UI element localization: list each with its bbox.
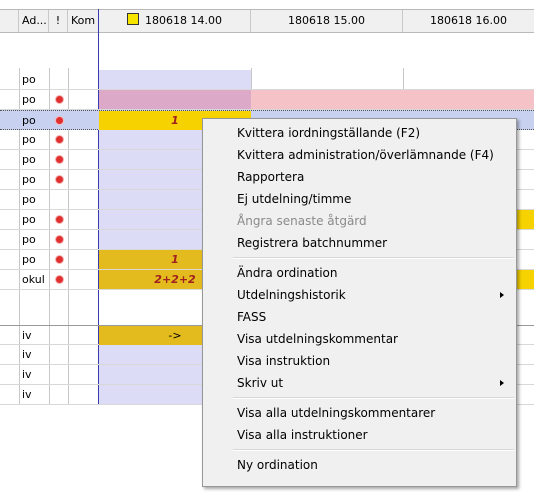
menu-item[interactable]: Kvittera administration/överlämnande (F4… [203, 144, 516, 166]
menu-separator [233, 257, 514, 259]
menu-separator [233, 449, 514, 451]
menu-item-label: Ångra senaste åtgärd [237, 214, 367, 228]
alert-dot-icon[interactable] [56, 256, 63, 263]
menu-item-label: Ändra ordination [237, 266, 338, 280]
header-time-14[interactable]: 180618 14.00 [99, 10, 251, 32]
menu-item-label: Ny ordination [237, 458, 318, 472]
menu-item-label: Visa utdelningskommentar [237, 332, 398, 346]
alert-dot-icon[interactable] [56, 276, 63, 283]
context-menu: Kvittera iordningställande (F2) Kvittera … [202, 118, 517, 487]
menu-item[interactable]: Rapportera [203, 166, 516, 188]
menu-item[interactable]: Visa instruktion [203, 350, 516, 372]
route-cell: iv [22, 368, 32, 381]
alert-dot-icon[interactable] [56, 176, 63, 183]
header-time-15[interactable]: 180618 15.00 [251, 10, 403, 32]
header-excl[interactable]: ! [49, 10, 68, 32]
menu-item-label: Rapportera [237, 170, 305, 184]
route-cell: iv [22, 388, 32, 401]
time-cell-16[interactable] [403, 70, 534, 89]
menu-item[interactable]: Utdelningshistorik [203, 284, 516, 306]
route-cell: po [22, 233, 36, 246]
route-cell: iv [22, 348, 32, 361]
menu-item-label: Visa instruktion [237, 354, 331, 368]
route-cell: okul [22, 273, 45, 286]
menu-item[interactable]: Visa alla instruktioner [203, 424, 516, 446]
submenu-arrow-icon [500, 292, 504, 298]
menu-item-label: Visa alla instruktioner [237, 428, 368, 442]
route-cell: po [22, 253, 36, 266]
table-row[interactable]: po [0, 70, 534, 90]
menu-separator [233, 397, 514, 399]
route-cell: iv [22, 329, 32, 342]
time-cell-15[interactable] [251, 70, 403, 89]
alert-dot-icon[interactable] [56, 117, 63, 124]
menu-item-label: FASS [237, 310, 267, 324]
menu-item[interactable]: Visa alla utdelningskommentarer [203, 402, 516, 424]
menu-item-label: Ej utdelning/timme [237, 192, 352, 206]
alert-dot-icon[interactable] [56, 136, 63, 143]
route-cell: po [22, 93, 36, 106]
time-cell-15[interactable] [251, 90, 403, 109]
table-row[interactable]: po [0, 90, 534, 110]
menu-item-label: Registrera batchnummer [237, 236, 388, 250]
header-time-16[interactable]: 180618 16.00 [403, 10, 534, 32]
menu-item[interactable]: Skriv ut [203, 372, 516, 394]
header-administration-route[interactable]: Ad... [19, 10, 49, 32]
time-cell-16[interactable] [403, 90, 534, 109]
alert-dot-icon[interactable] [56, 96, 63, 103]
header-blank [0, 10, 19, 32]
alert-dot-icon[interactable] [56, 216, 63, 223]
menu-item-label: Utdelningshistorik [237, 288, 346, 302]
menu-item-label: Visa alla utdelningskommentarer [237, 406, 436, 420]
alert-dot-icon[interactable] [56, 236, 63, 243]
route-cell: po [22, 133, 36, 146]
header-comment[interactable]: Kom [68, 10, 99, 32]
time-cell-14[interactable] [99, 70, 251, 89]
alert-dot-icon[interactable] [56, 156, 63, 163]
menu-item[interactable]: Ej utdelning/timme [203, 188, 516, 210]
route-cell: po [22, 73, 36, 86]
route-cell: po [22, 193, 36, 206]
current-time-marker-icon [127, 13, 139, 25]
route-cell: po [22, 173, 36, 186]
route-cell: po [22, 153, 36, 166]
menu-item: Ångra senaste åtgärd [203, 210, 516, 232]
time-cell-14[interactable] [99, 90, 251, 109]
route-cell: po [22, 114, 36, 127]
menu-item-label: Kvittera administration/överlämnande (F4… [237, 148, 494, 162]
menu-item[interactable]: Ändra ordination [203, 262, 516, 284]
menu-item[interactable]: Visa utdelningskommentar [203, 328, 516, 350]
grid-header: Ad... ! Kom 180618 14.00 180618 15.00 18… [0, 9, 534, 33]
menu-item-label: Kvittera iordningställande (F2) [237, 126, 421, 140]
menu-item[interactable]: FASS [203, 306, 516, 328]
menu-item[interactable]: Kvittera iordningställande (F2) [203, 122, 516, 144]
route-cell: po [22, 213, 36, 226]
menu-item-label: Skriv ut [237, 376, 284, 390]
menu-item[interactable]: Registrera batchnummer [203, 232, 516, 254]
menu-item[interactable]: Ny ordination [203, 454, 516, 476]
submenu-arrow-icon [500, 380, 504, 386]
